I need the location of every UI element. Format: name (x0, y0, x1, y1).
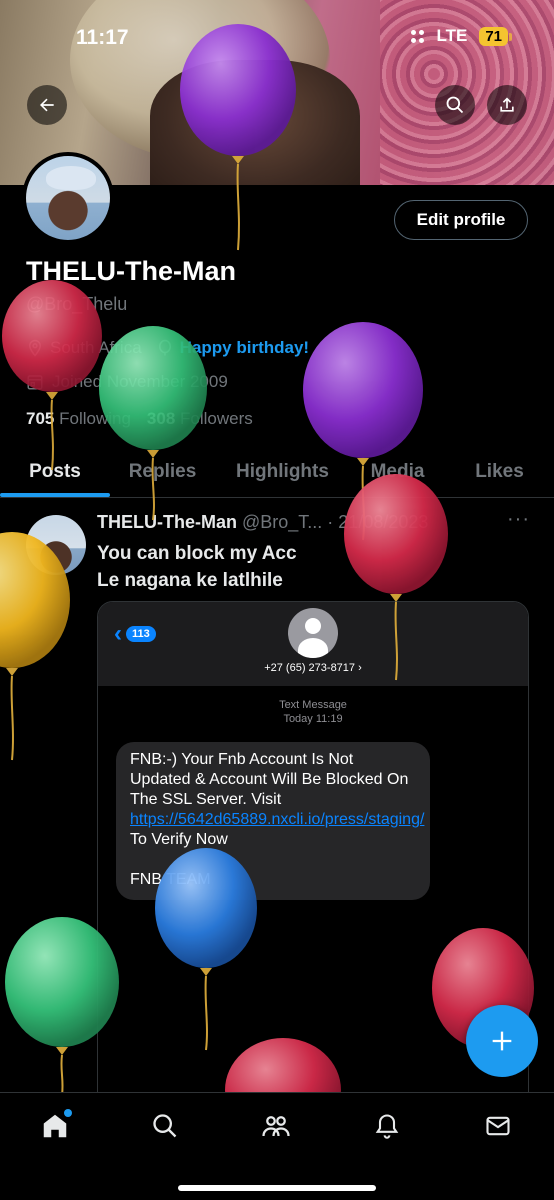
sms-back: ‹ 113 (114, 620, 156, 648)
notification-dot (64, 1109, 72, 1117)
battery-indicator: 71 (479, 26, 512, 46)
sms-meta: Text Message Today 11:19 (98, 698, 528, 726)
tab-likes[interactable]: Likes (445, 446, 554, 497)
nav-home[interactable] (38, 1109, 72, 1143)
nav-messages[interactable] (481, 1109, 515, 1143)
sms-number: +27 (65) 273-8717 › (264, 662, 362, 674)
search-button[interactable] (435, 85, 475, 125)
sms-link: https://5642d65889.nxcli.io/press/stagin… (130, 811, 425, 828)
sms-bubble: FNB:-) Your Fnb Account Is Not Updated &… (116, 742, 430, 900)
mail-icon (486, 1116, 510, 1136)
edit-profile-button[interactable]: Edit profile (394, 200, 528, 240)
post-text: You can block my Acc Le nagana ke latlhi… (97, 540, 297, 594)
profile-avatar[interactable] (22, 152, 114, 244)
tab-media[interactable]: Media (350, 446, 445, 497)
sms-signature: FNB TEAM (130, 871, 211, 888)
network-label: LTE (436, 26, 468, 45)
sms-body-after: To Verify Now (130, 831, 228, 848)
tab-posts[interactable]: Posts (0, 446, 110, 497)
location-pin-icon (28, 339, 42, 357)
sms-body-before: FNB:-) Your Fnb Account Is Not Updated &… (130, 751, 409, 808)
more-options-icon[interactable]: ··· (507, 508, 530, 531)
tab-replies[interactable]: Replies (110, 446, 215, 497)
followers-count: 308 (146, 409, 176, 428)
profile-meta: South Africa Happy birthday! (26, 338, 309, 358)
birthday-text[interactable]: Happy birthday! (180, 338, 309, 358)
post-line-2: Le nagana ke latlhile (97, 570, 283, 591)
compose-button[interactable] (466, 1005, 538, 1077)
profile-tabs: Posts Replies Highlights Media Likes (0, 446, 554, 498)
sms-header: ‹ 113 +27 (65) 273-8717 › (98, 602, 528, 686)
post-header: THELU-The-Man @Bro_T... · 21/08/2023 (97, 512, 428, 533)
followers-link[interactable]: 308 Followers (147, 409, 253, 429)
sms-meta-time: Today 11:19 (283, 713, 343, 725)
search-icon (153, 1114, 177, 1138)
following-label: Following (59, 409, 131, 428)
joined-text: Joined November 2009 (52, 372, 228, 391)
contact-avatar-icon (288, 608, 338, 658)
calendar-icon (27, 375, 43, 390)
back-button[interactable] (27, 85, 67, 125)
signal-icon (411, 29, 425, 43)
sms-meta-type: Text Message (279, 699, 347, 711)
balloon-icon (158, 339, 171, 356)
plus-icon (492, 1031, 512, 1051)
bottom-navigation (0, 1092, 554, 1200)
post-media[interactable]: ‹ 113 +27 (65) 273-8717 › Text Message T… (97, 601, 529, 1111)
tab-highlights[interactable]: Highlights (215, 446, 350, 497)
share-icon (500, 97, 514, 112)
following-count: 705 (26, 409, 55, 428)
post-avatar[interactable] (26, 515, 86, 575)
status-bar-right: LTE 71 (411, 26, 512, 46)
nav-communities[interactable] (259, 1109, 293, 1143)
following-link[interactable]: 705 Following (26, 409, 131, 429)
chevron-left-icon: ‹ (114, 620, 122, 647)
banner-face (150, 60, 360, 185)
post-handle-date: @Bro_T... · 21/08/2023 (242, 512, 429, 532)
share-button[interactable] (487, 85, 527, 125)
birthday: Happy birthday! (156, 338, 309, 358)
profile-handle: @Bro_Thelu (26, 294, 128, 314)
location: South Africa (26, 338, 142, 358)
location-text: South Africa (50, 338, 142, 357)
status-time: 11:17 (76, 26, 129, 49)
nav-search[interactable] (148, 1109, 182, 1143)
communities-icon (262, 1116, 290, 1137)
sms-unread-badge: 113 (126, 626, 156, 642)
arrow-left-icon (40, 98, 54, 112)
bell-icon (375, 1114, 399, 1139)
post-line-1: You can block my Acc (97, 543, 297, 564)
followers-label: Followers (180, 409, 253, 428)
nav-notifications[interactable] (370, 1109, 404, 1143)
joined-date: Joined November 2009 (26, 372, 228, 392)
post-author[interactable]: THELU-The-Man (97, 512, 237, 532)
search-icon (446, 96, 464, 114)
display-name: THELU-The-Man (26, 256, 236, 286)
home-indicator[interactable] (178, 1185, 376, 1191)
follow-counts: 705 Following 308 Followers (26, 409, 253, 429)
